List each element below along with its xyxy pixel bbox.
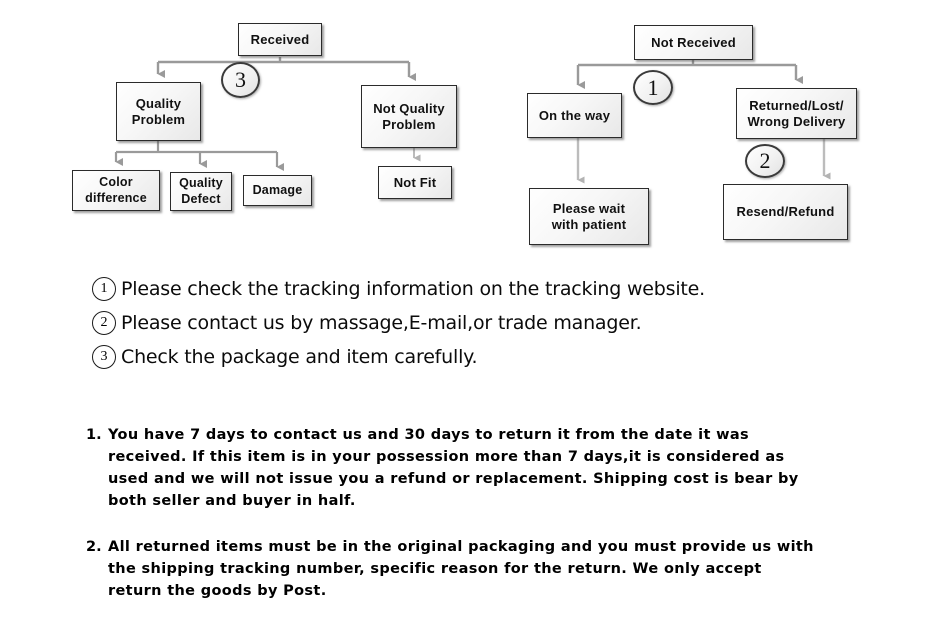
- term-number-1: 1.: [86, 427, 102, 443]
- term-item-1: 1. You have 7 days to contact us and 30 …: [86, 424, 816, 512]
- term-number-2: 2.: [86, 539, 102, 556]
- node-on-the-way[interactable]: On the way: [527, 93, 622, 138]
- legend-item-3: 3 Check the package and item carefully.: [92, 340, 852, 374]
- term-text-2: All returned items must be in the origin…: [108, 539, 814, 600]
- node-quality-defect[interactable]: Quality Defect: [170, 172, 232, 211]
- node-resend-refund[interactable]: Resend/Refund: [723, 184, 848, 240]
- node-quality-problem[interactable]: Quality Problem: [116, 82, 201, 141]
- numbered-legend: 1 Please check the tracking information …: [92, 272, 852, 374]
- legend-text-3: Check the package and item carefully.: [121, 346, 478, 368]
- node-not-quality-problem[interactable]: Not Quality Problem: [361, 85, 457, 148]
- node-please-wait-with-patient[interactable]: Please wait with patient: [529, 188, 649, 245]
- term-text-1: You have 7 days to contact us and 30 day…: [108, 427, 799, 510]
- term-item-2: 2. All returned items must be in the ori…: [86, 536, 816, 602]
- return-policy-terms: 1. You have 7 days to contact us and 30 …: [86, 424, 816, 626]
- badge-3: 3: [221, 62, 260, 98]
- legend-item-1: 1 Please check the tracking information …: [92, 272, 852, 306]
- node-returned-lost-wrong-delivery[interactable]: Returned/Lost/ Wrong Delivery: [736, 88, 857, 139]
- node-not-fit[interactable]: Not Fit: [378, 166, 452, 199]
- node-damage[interactable]: Damage: [243, 175, 312, 206]
- node-received[interactable]: Received: [238, 23, 322, 56]
- legend-text-2: Please contact us by massage,E-mail,or t…: [121, 312, 642, 334]
- legend-text-1: Please check the tracking information on…: [121, 278, 706, 300]
- legend-number-2: 2: [92, 311, 116, 335]
- flowchart-diagram: Received Quality Problem Not Quality Pro…: [0, 0, 930, 262]
- badge-1: 1: [633, 70, 673, 105]
- node-not-received[interactable]: Not Received: [634, 25, 753, 60]
- legend-item-2: 2 Please contact us by massage,E-mail,or…: [92, 306, 852, 340]
- node-color-difference[interactable]: Color difference: [72, 170, 160, 211]
- badge-2: 2: [745, 144, 785, 178]
- legend-number-3: 3: [92, 345, 116, 369]
- legend-number-1: 1: [92, 277, 116, 301]
